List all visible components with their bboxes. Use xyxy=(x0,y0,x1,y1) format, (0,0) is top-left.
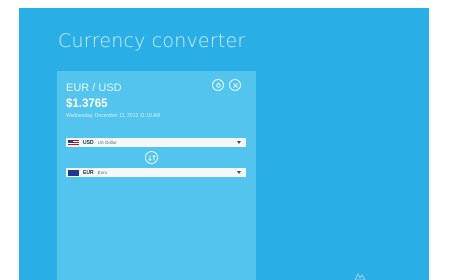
chevron-down-icon xyxy=(236,168,244,177)
currency-pair: EUR / USD xyxy=(66,82,122,94)
to-currency-code: EUR xyxy=(83,169,94,176)
to-currency-name: Euro xyxy=(97,170,108,175)
from-currency-name: US Dollar xyxy=(97,140,117,145)
app-title: Currency converter xyxy=(58,30,246,52)
swap-icon xyxy=(147,154,156,161)
eu-flag-icon xyxy=(68,169,79,176)
us-flag-icon xyxy=(68,139,79,146)
converter-panel: EUR / USD $1.3765 Wednesday, December 11… xyxy=(57,71,256,280)
exchange-rate: $1.3765 xyxy=(66,98,108,110)
pin-button[interactable] xyxy=(212,79,224,91)
close-button[interactable] xyxy=(229,79,241,91)
watermark xyxy=(354,272,366,280)
last-updated: Wednesday, December 11, 2013 11:18 AM xyxy=(66,113,161,119)
app-screen: Currency converter EUR / USD $1.3765 Wed… xyxy=(19,8,429,280)
watermark-logo-icon xyxy=(354,273,366,280)
close-icon xyxy=(232,82,238,88)
pin-icon xyxy=(215,82,221,88)
from-currency-code: USD xyxy=(83,139,94,146)
from-currency-select[interactable]: USD US Dollar xyxy=(66,138,246,147)
to-currency-select[interactable]: EUR Euro xyxy=(66,168,246,177)
swap-button[interactable] xyxy=(145,151,158,164)
chevron-down-icon xyxy=(236,138,244,147)
